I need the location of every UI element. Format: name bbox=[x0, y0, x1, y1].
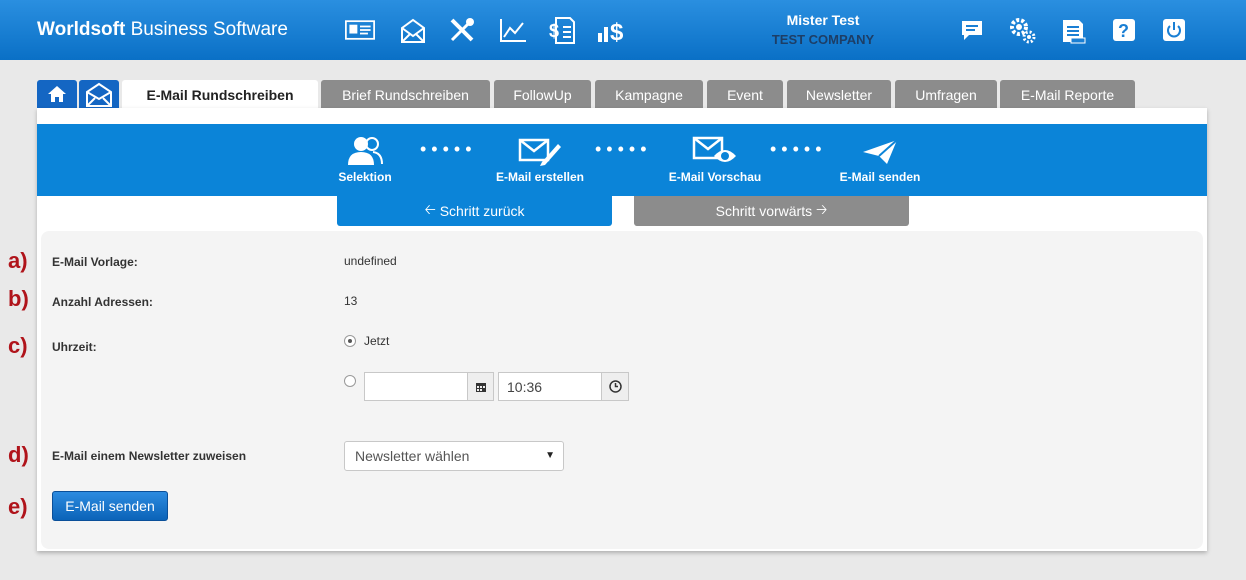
step-label: Selektion bbox=[338, 170, 392, 184]
date-input[interactable] bbox=[364, 372, 468, 401]
template-value: undefined bbox=[344, 254, 397, 268]
tab-newsletter[interactable]: Newsletter bbox=[787, 80, 891, 110]
settings-gears-icon[interactable] bbox=[1008, 15, 1038, 45]
send-email-button[interactable]: E-Mail senden bbox=[52, 491, 168, 521]
tab-event[interactable]: Event bbox=[707, 80, 783, 110]
tab-brief-rundschreiben[interactable]: Brief Rundschreiben bbox=[321, 80, 490, 110]
step-forward-button[interactable]: Schritt vorwärts 🡢 bbox=[634, 196, 909, 226]
step-email-vorschau[interactable]: E-Mail Vorschau bbox=[660, 124, 770, 184]
paper-plane-icon bbox=[825, 124, 935, 166]
user-name: Mister Test bbox=[786, 12, 860, 28]
step-email-senden[interactable]: E-Mail senden bbox=[825, 124, 935, 184]
svg-text:$: $ bbox=[610, 19, 624, 43]
address-count-label: Anzahl Adressen: bbox=[52, 295, 153, 309]
step-label: E-Mail erstellen bbox=[495, 170, 585, 184]
address-count-value: 13 bbox=[344, 294, 358, 308]
tab-email-rundschreiben[interactable]: E-Mail Rundschreiben bbox=[122, 80, 318, 110]
marker-d: d) bbox=[8, 442, 29, 467]
newsletter-select[interactable]: Newsletter wählen ▼ bbox=[344, 441, 564, 471]
contacts-card-icon[interactable] bbox=[345, 15, 375, 45]
tools-icon[interactable] bbox=[447, 15, 477, 45]
home-icon bbox=[47, 85, 67, 106]
help-icon[interactable]: ? bbox=[1109, 15, 1139, 45]
email-preview-icon bbox=[660, 124, 770, 166]
step-email-erstellen[interactable]: E-Mail erstellen bbox=[485, 124, 595, 184]
marker-e: e) bbox=[8, 494, 28, 519]
marker-a: a) bbox=[8, 248, 28, 273]
caret-down-icon: ▼ bbox=[545, 450, 555, 461]
time-label: Uhrzeit: bbox=[52, 340, 97, 354]
tab-kampagne[interactable]: Kampagne bbox=[595, 80, 703, 110]
marker-c: c) bbox=[8, 333, 28, 358]
calendar-icon[interactable] bbox=[467, 372, 494, 401]
users-icon bbox=[310, 124, 420, 166]
main-panel: Selektion ••••• E-Mail erstellen ••••• E… bbox=[37, 108, 1207, 551]
messages-icon[interactable] bbox=[957, 15, 987, 45]
top-bar: Worldsoft Business Software $ $ Mister T… bbox=[0, 0, 1246, 60]
step-label: E-Mail senden bbox=[839, 170, 921, 184]
time-input[interactable]: 10:36 bbox=[498, 372, 602, 401]
invoice-dollar-icon[interactable]: $ bbox=[547, 15, 577, 45]
tab-followup[interactable]: FollowUp bbox=[494, 80, 591, 110]
step-dots: ••••• bbox=[770, 139, 827, 159]
company-name: TEST COMPANY bbox=[771, 32, 875, 47]
email-edit-icon bbox=[485, 124, 595, 166]
send-now-radio[interactable] bbox=[344, 335, 356, 347]
marker-b: b) bbox=[8, 286, 29, 311]
email-broadcast-icon bbox=[85, 81, 113, 110]
step-dots: ••••• bbox=[420, 139, 477, 159]
print-document-icon[interactable] bbox=[1058, 15, 1088, 45]
step-back-button[interactable]: 🡠 Schritt zurück bbox=[337, 196, 612, 226]
brand-title: Worldsoft Business Software bbox=[37, 19, 288, 40]
step-selektion[interactable]: Selektion bbox=[310, 124, 420, 184]
home-tab[interactable] bbox=[37, 80, 77, 110]
email-campaign-icon[interactable] bbox=[398, 15, 428, 45]
line-chart-icon[interactable] bbox=[498, 15, 528, 45]
svg-text:$: $ bbox=[549, 21, 559, 41]
schedule-radio[interactable] bbox=[344, 375, 356, 387]
logout-power-icon[interactable] bbox=[1159, 15, 1189, 45]
clock-icon[interactable] bbox=[601, 372, 629, 401]
arrow-right-icon: 🡢 bbox=[812, 201, 828, 217]
step-dots: ••••• bbox=[595, 139, 652, 159]
user-info[interactable]: Mister Test TEST COMPANY bbox=[760, 12, 886, 47]
arrow-left-icon: 🡠 bbox=[424, 201, 440, 217]
revenue-dollar-icon[interactable]: $ bbox=[597, 15, 631, 45]
tab-email-reporte[interactable]: E-Mail Reporte bbox=[1000, 80, 1135, 110]
svg-text:?: ? bbox=[1118, 21, 1129, 41]
template-label: E-Mail Vorlage: bbox=[52, 255, 138, 269]
send-now-label: Jetzt bbox=[364, 334, 390, 348]
tab-umfragen[interactable]: Umfragen bbox=[895, 80, 997, 110]
send-form: E-Mail Vorlage: undefined Anzahl Adresse… bbox=[41, 231, 1203, 549]
step-label: E-Mail Vorschau bbox=[668, 170, 762, 184]
email-module-tab[interactable] bbox=[79, 80, 119, 110]
wizard-steps: Selektion ••••• E-Mail erstellen ••••• E… bbox=[37, 124, 1207, 196]
newsletter-label: E-Mail einem Newsletter zuweisen bbox=[52, 449, 247, 463]
